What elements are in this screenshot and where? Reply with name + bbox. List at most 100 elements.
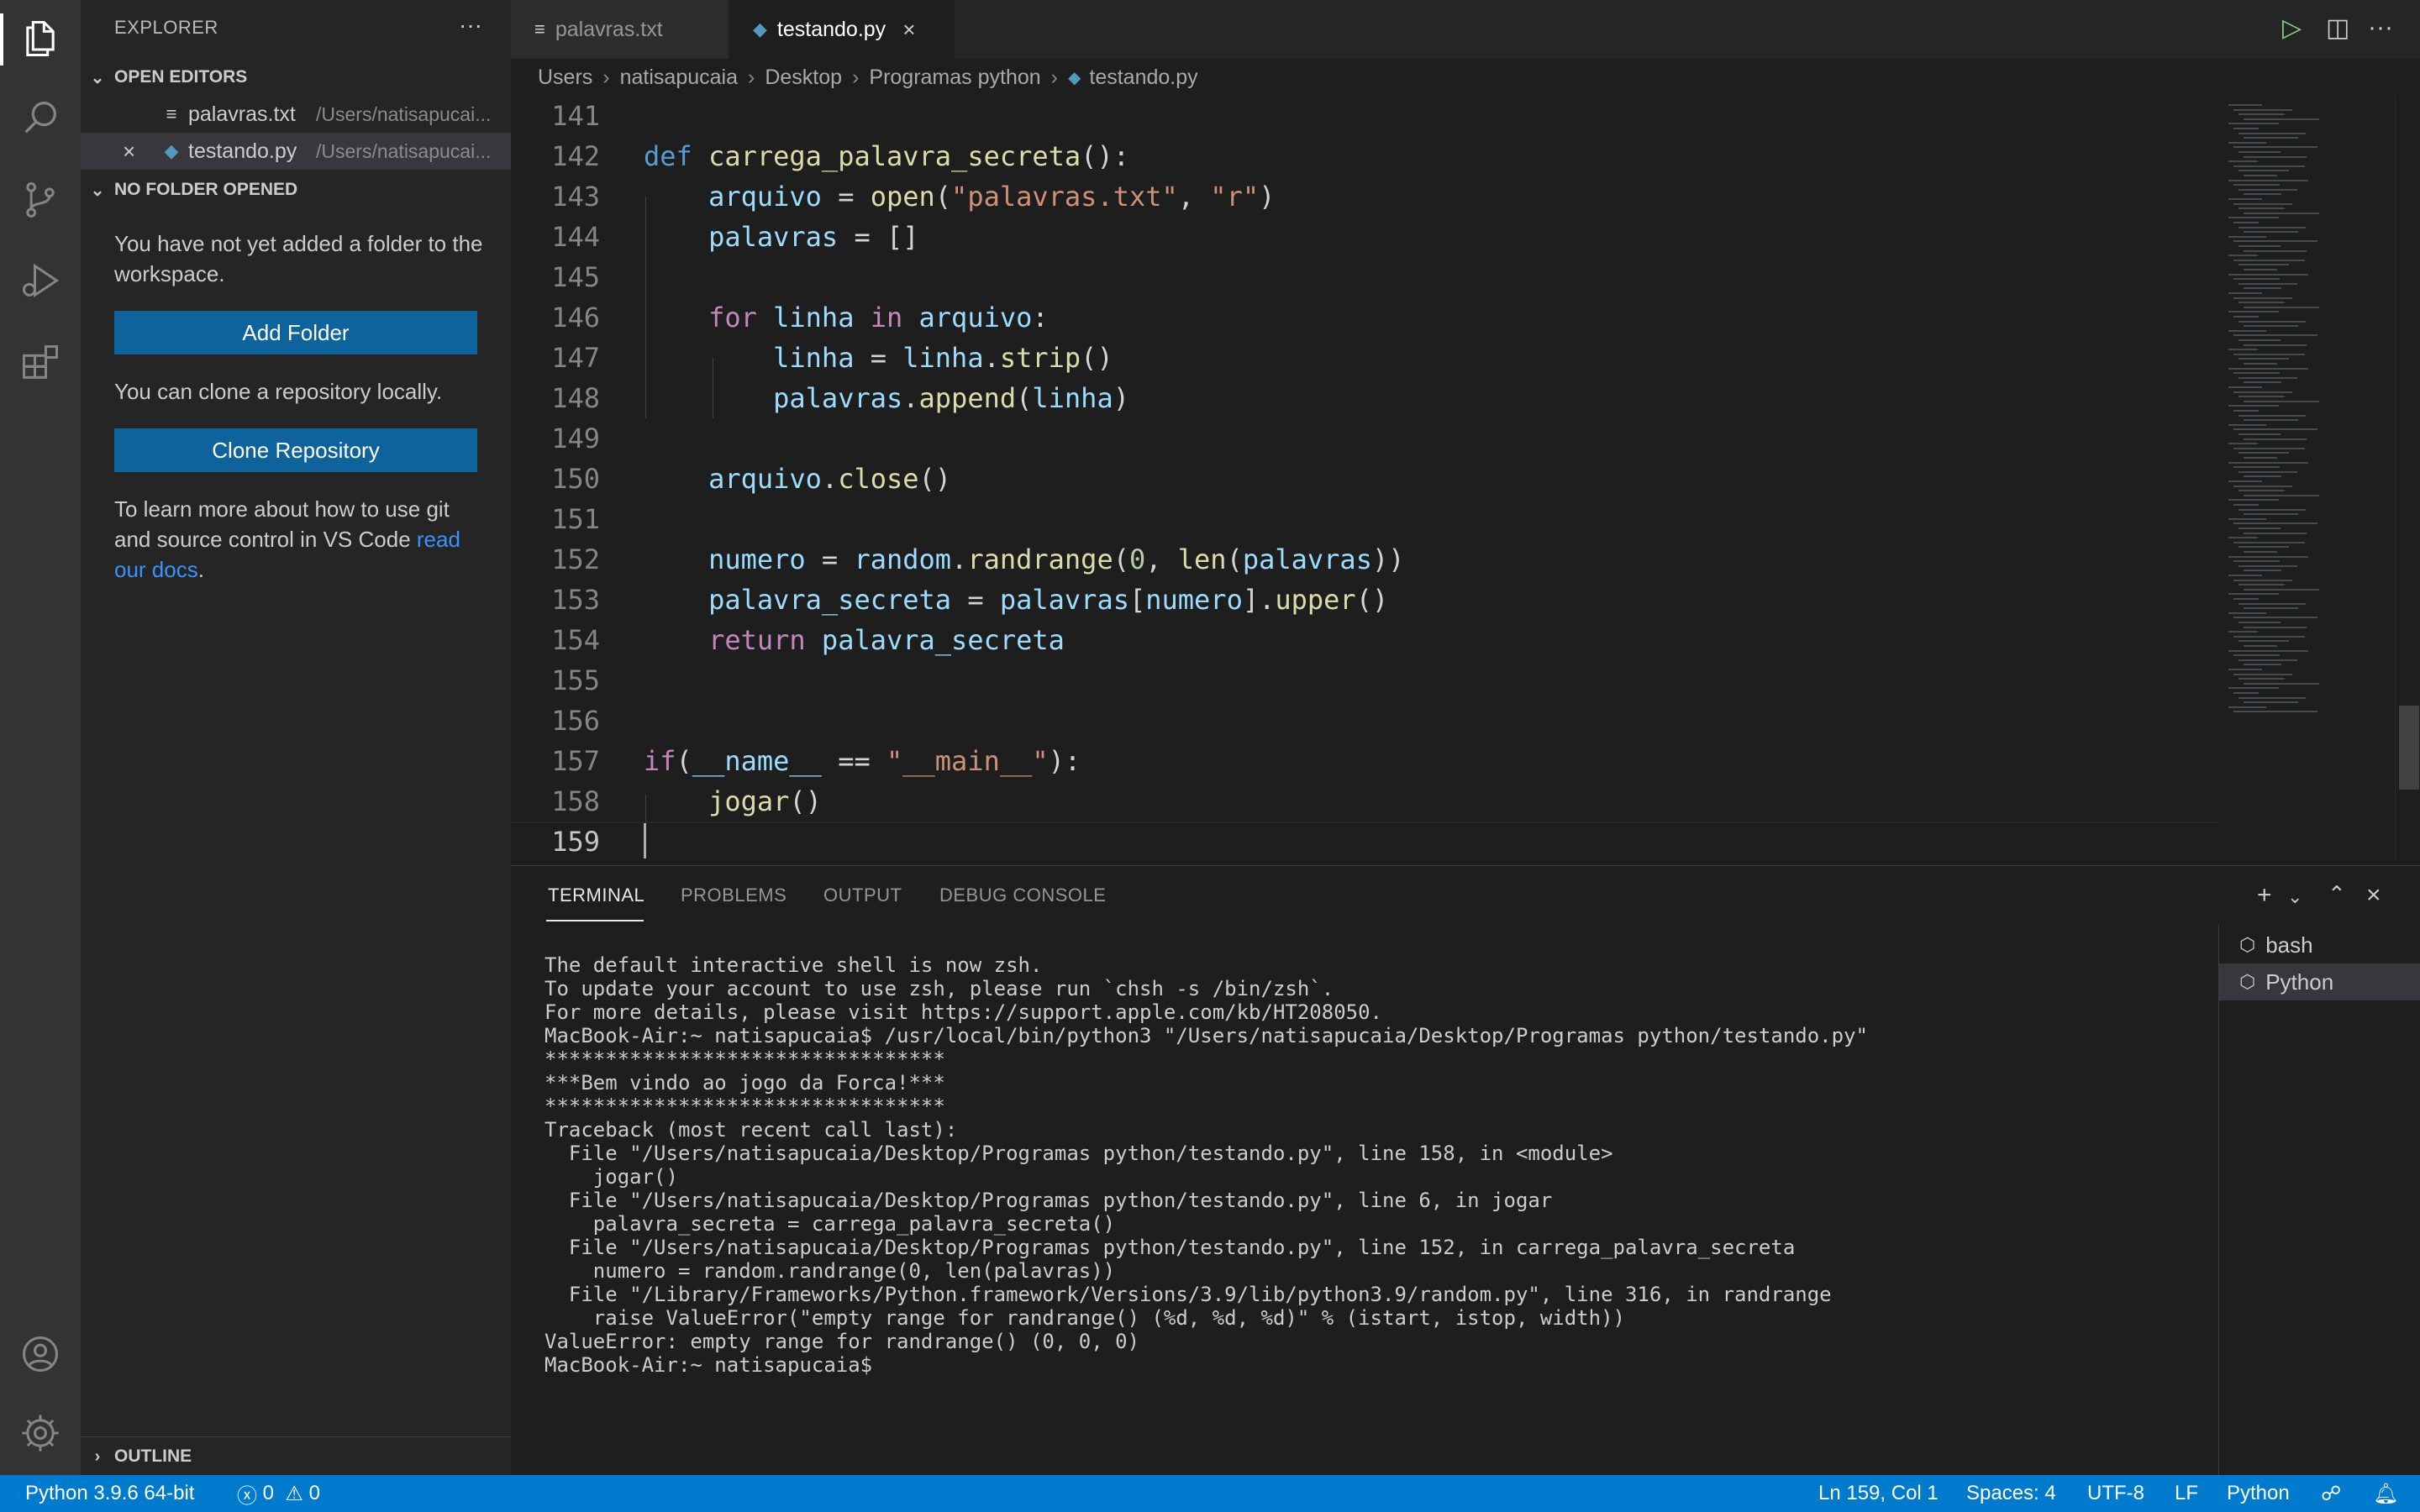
close-icon[interactable]: ×: [902, 17, 915, 43]
line-number: 145: [551, 261, 600, 293]
chevron-down-icon[interactable]: ⌄: [2287, 886, 2302, 908]
breadcrumb-item[interactable]: testando.py: [1089, 66, 1197, 90]
interpreter-status[interactable]: Python 3.9.6 64-bit: [25, 1475, 194, 1512]
run-icon[interactable]: ▷: [2282, 13, 2302, 43]
tab-label: palavras.txt: [555, 17, 663, 41]
scrollbar-thumb[interactable]: [2399, 706, 2419, 790]
maximize-panel-icon[interactable]: ⌃: [2328, 881, 2346, 907]
code-line: 155: [511, 660, 2218, 701]
more-actions-icon[interactable]: ···: [459, 12, 482, 39]
search-icon[interactable]: [15, 92, 66, 143]
tab-terminal[interactable]: TERMINAL: [548, 885, 644, 906]
minimap-line: [2238, 282, 2297, 285]
terminal-line: raise ValueError("empty range for randra…: [544, 1306, 1625, 1330]
minimap-line: [2228, 461, 2308, 464]
minimap-line: [2228, 235, 2266, 238]
code-line: 156: [511, 701, 2218, 741]
code-line: 144 palavras = []: [511, 217, 2218, 257]
terminal-line: *********************************: [544, 1095, 945, 1118]
tab-problems[interactable]: PROBLEMS: [681, 885, 786, 906]
line-number: 154: [551, 624, 600, 656]
minimap-line: [2244, 193, 2281, 196]
new-terminal-icon[interactable]: +: [2257, 881, 2272, 910]
tab-output[interactable]: OUTPUT: [823, 885, 902, 906]
notifications-icon[interactable]: 🔔︎: [2373, 1475, 2398, 1512]
account-icon[interactable]: [15, 1329, 66, 1379]
open-editor-testando[interactable]: × ◆ testando.py /Users/natisapucai...: [81, 133, 511, 170]
cursor-position[interactable]: Ln 159, Col 1: [1818, 1475, 1939, 1512]
code-editor[interactable]: 141 142 def carrega_palavra_secreta(): 14…: [511, 96, 2218, 860]
more-actions-icon[interactable]: ···: [2368, 13, 2393, 42]
breadcrumb-item[interactable]: Programas python: [869, 66, 1040, 90]
open-editor-palavras[interactable]: ≡ palavras.txt /Users/natisapucai...: [81, 96, 511, 133]
close-icon[interactable]: ×: [123, 139, 135, 165]
minimap-line: [2228, 649, 2308, 652]
outline-header[interactable]: › OUTLINE: [81, 1436, 511, 1476]
minimap-line: [2244, 551, 2277, 553]
tab-testando[interactable]: ◆ testando.py ×: [729, 0, 955, 59]
minimap-line: [2233, 410, 2259, 412]
minimap-line: [2244, 645, 2277, 647]
minimap-line: [2238, 414, 2306, 417]
terminal-line: For more details, please visit https://s…: [544, 1000, 1382, 1024]
editor-scrollbar[interactable]: [2395, 96, 2420, 860]
minimap-line: [2238, 188, 2297, 191]
problems-status[interactable]: ⓧ 0 ⚠ 0: [237, 1475, 320, 1512]
code-line: 148 palavras.append(linha): [511, 378, 2218, 418]
source-control-icon[interactable]: [15, 175, 66, 225]
breadcrumb-item[interactable]: natisapucaia: [620, 66, 738, 90]
minimap-line: [2244, 626, 2307, 628]
terminal-item-bash[interactable]: ⬡ bash: [2219, 927, 2420, 963]
minimap-line: [2238, 528, 2281, 529]
minimap-line: [2238, 170, 2289, 172]
status-bar: Python 3.9.6 64-bit ⓧ 0 ⚠ 0 Ln 159, Col …: [0, 1475, 2420, 1512]
tab-debug-console[interactable]: DEBUG CONSOLE: [939, 885, 1106, 906]
encoding-status[interactable]: UTF-8: [2087, 1475, 2144, 1512]
files-icon[interactable]: [15, 13, 66, 64]
minimap-line: [2238, 490, 2285, 492]
breadcrumb-item[interactable]: Desktop: [765, 66, 842, 90]
error-count: 0: [262, 1482, 275, 1504]
clone-repository-button[interactable]: Clone Repository: [114, 428, 477, 472]
run-debug-icon[interactable]: [15, 255, 66, 306]
code-line: 150 arquivo.close(): [511, 459, 2218, 499]
terminal-item-python[interactable]: ⬡ Python: [2219, 963, 2420, 1000]
add-folder-button[interactable]: Add Folder: [114, 311, 477, 354]
no-folder-header[interactable]: ⌄ NO FOLDER OPENED: [81, 171, 511, 208]
open-editors-header[interactable]: ⌄ OPEN EDITORS: [81, 59, 511, 96]
tab-palavras[interactable]: ≡ palavras.txt: [511, 0, 728, 59]
indentation-status[interactable]: Spaces: 4: [1966, 1475, 2056, 1512]
language-status[interactable]: Python: [2227, 1475, 2290, 1512]
gear-icon[interactable]: [15, 1408, 66, 1458]
minimap-line: [2228, 480, 2262, 482]
feedback-icon[interactable]: ☍: [2321, 1475, 2341, 1512]
close-panel-icon[interactable]: ×: [2366, 881, 2381, 910]
terminal-line: *********************************: [544, 1047, 945, 1071]
open-editors-label: OPEN EDITORS: [114, 67, 248, 87]
extensions-icon[interactable]: [15, 338, 66, 388]
eol-status[interactable]: LF: [2175, 1475, 2198, 1512]
breadcrumb-item[interactable]: Users: [538, 66, 592, 90]
terminal-output[interactable]: The default interactive shell is now zsh…: [544, 953, 2208, 1457]
minimap-line: [2233, 541, 2305, 543]
minimap[interactable]: [2218, 96, 2395, 860]
minimap-line: [2233, 202, 2292, 205]
minimap-line: [2233, 617, 2317, 619]
terminal-list: ⬡ bash ⬡ Python: [2218, 925, 2420, 1476]
minimap-line: [2228, 160, 2258, 163]
minimap-line: [2244, 306, 2319, 308]
minimap-line: [2228, 255, 2258, 257]
minimap-line: [2238, 207, 2285, 210]
line-number: 153: [551, 584, 600, 616]
code-text: palavra_secreta = palavras[numero].upper…: [708, 584, 1389, 616]
minimap-line: [2228, 104, 2262, 106]
minimap-line: [2244, 513, 2298, 516]
bottom-panel: TERMINAL PROBLEMS OUTPUT DEBUG CONSOLE +…: [511, 865, 2420, 1476]
line-number: 151: [551, 503, 600, 535]
code-line: 146 for linha in arquivo:: [511, 297, 2218, 338]
python-file-icon: ◆: [164, 140, 179, 161]
split-editor-icon[interactable]: ◫: [2326, 13, 2349, 43]
minimap-line: [2233, 598, 2259, 600]
sidebar-title: EXPLORER: [114, 17, 218, 38]
code-line: 147 linha = linha.strip(): [511, 338, 2218, 378]
